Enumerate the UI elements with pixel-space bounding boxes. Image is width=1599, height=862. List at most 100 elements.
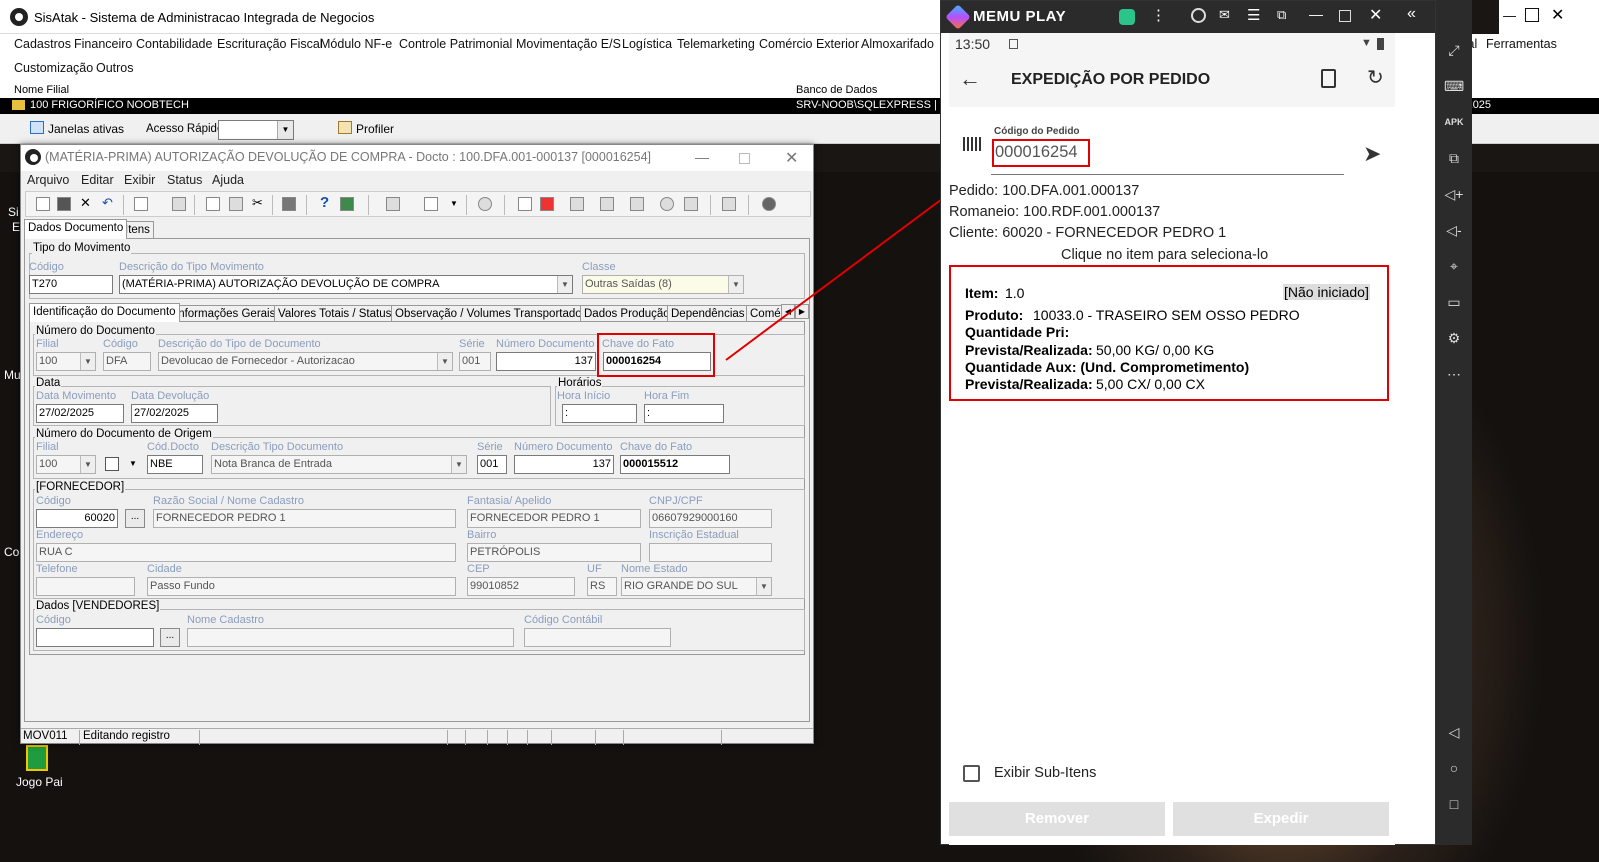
folder-icon[interactable]: ▭ (1444, 292, 1464, 312)
jogo-pai-icon[interactable] (26, 745, 48, 771)
menu-customizacao[interactable]: Customização (14, 61, 93, 75)
tipo-codigo-field[interactable]: T270 (29, 275, 113, 294)
screenshot-icon[interactable]: ⧉ (1277, 7, 1286, 23)
tipo-descricao-select[interactable]: (MATÉRIA-PRIMA) AUTORIZAÇÃO DEVOLUÇÃO DE… (119, 275, 573, 294)
print-icon[interactable] (386, 197, 400, 211)
tools-icon[interactable] (630, 197, 644, 211)
fullscreen-icon[interactable]: ⤢ (1444, 40, 1464, 60)
cep-field[interactable]: 99010852 (467, 577, 575, 596)
maximize-icon[interactable] (739, 153, 750, 164)
android-home-icon[interactable]: ○ (1444, 758, 1464, 778)
uf-field[interactable]: RS (587, 577, 617, 596)
menu-logistica[interactable]: Logística (622, 37, 672, 51)
menu-editar[interactable]: Editar (81, 173, 114, 187)
keyboard-icon[interactable]: ⌨ (1444, 76, 1464, 96)
delete-doc-icon[interactable] (540, 197, 554, 211)
origem-cod-field[interactable]: NBE (147, 455, 203, 474)
menu-status[interactable]: Status (167, 173, 202, 187)
chevron-down-icon[interactable]: ▼ (129, 459, 137, 468)
lookup-icon[interactable] (105, 457, 119, 471)
doc-numero-field[interactable]: 137 (496, 352, 596, 371)
minimize-icon[interactable]: — (1309, 6, 1323, 22)
minimize-icon[interactable]: — (695, 149, 709, 165)
bairro-field[interactable]: PETRÓPOLIS (467, 543, 641, 562)
razao-social-field[interactable]: FORNECEDOR PEDRO 1 (153, 509, 456, 528)
data-devolucao-field[interactable]: 27/02/2025 (131, 404, 218, 423)
vendedor-nome-field[interactable] (187, 628, 514, 647)
sql-icon[interactable] (340, 197, 354, 211)
tab-identificacao[interactable]: Identificação do Documento (29, 303, 180, 322)
fantasia-field[interactable]: FORNECEDOR PEDRO 1 (467, 509, 641, 528)
preview-icon[interactable] (134, 197, 148, 211)
menu-escrituracao[interactable]: Escrituração Fiscal (217, 37, 323, 51)
menu-icon[interactable]: ☰ (1247, 6, 1260, 24)
more-vert-icon[interactable]: ⋮ (1151, 6, 1166, 24)
origem-chave-field[interactable]: 000015512 (620, 455, 730, 474)
barcode-icon[interactable] (963, 137, 981, 151)
close-icon[interactable]: ✕ (1551, 5, 1564, 25)
telefone-field[interactable] (36, 577, 135, 596)
android-back-icon[interactable]: ◁ (1444, 722, 1464, 742)
menu-contabilidade[interactable]: Contabilidade (136, 37, 212, 51)
menu-ferramentas[interactable]: Ferramentas (1486, 37, 1557, 51)
hora-inicio-field[interactable]: : (562, 404, 637, 423)
estado-select[interactable]: RIO GRANDE DO SUL ▼ (621, 577, 772, 596)
menu-controle-patrimonial[interactable]: Controle Patrimonial (399, 37, 512, 51)
tab-dados-documento[interactable]: Dados Documento (24, 219, 128, 239)
tab-scroll-right-icon[interactable]: ▶ (795, 304, 809, 319)
tab-dependencias[interactable]: Dependências (667, 305, 749, 322)
acesso-rapido-select[interactable]: ▼ (218, 120, 294, 140)
list-icon[interactable] (684, 197, 698, 211)
vendedor-lookup-button[interactable]: ... (160, 628, 180, 647)
volume-up-icon[interactable]: ◁+ (1444, 184, 1464, 204)
item-card[interactable]: Item: 1.0 [Não iniciado] Produto: 10033.… (949, 265, 1389, 401)
tab-comercio[interactable]: Comé (746, 305, 782, 322)
location-icon[interactable]: ⌖ (1444, 256, 1464, 276)
undo-icon[interactable]: ↶ (102, 195, 116, 210)
origem-serie-field[interactable]: 001 (477, 455, 507, 474)
janelas-ativas-button[interactable]: Janelas ativas (48, 122, 124, 136)
doc-codigo-field[interactable]: DFA (103, 352, 151, 371)
menu-outros[interactable]: Outros (96, 61, 134, 75)
origem-filial-select[interactable]: 100 ▼ (36, 455, 96, 474)
hora-fim-field[interactable]: : (644, 404, 724, 423)
lock-icon[interactable] (660, 197, 674, 211)
menu-modulo-nfe[interactable]: Módulo NF-e (320, 37, 392, 51)
refresh-icon[interactable]: ↻ (1367, 65, 1384, 90)
save-icon[interactable] (57, 197, 71, 211)
minimize-icon[interactable]: — (1503, 8, 1516, 23)
menu-cadastros[interactable]: Cadastros (14, 37, 71, 51)
cidade-field[interactable]: Passo Fundo (147, 577, 456, 596)
vendedor-contabil-field[interactable] (524, 628, 671, 647)
stop-icon[interactable] (282, 197, 296, 211)
remover-button[interactable]: Remover (949, 802, 1165, 836)
exit-icon[interactable] (762, 197, 776, 211)
fornecedor-lookup-button[interactable]: ... (125, 509, 145, 528)
doc-descricao-select[interactable]: Devolucao de Fornecedor - Autorizacao ▼ (158, 352, 453, 371)
android-recents-icon[interactable]: □ (1444, 794, 1464, 814)
monitor-icon[interactable] (722, 197, 736, 211)
settings-gear-icon[interactable]: ⚙ (1444, 328, 1464, 348)
menu-arquivo[interactable]: Arquivo (27, 173, 69, 187)
cnpj-field[interactable]: 06607929000160 (649, 509, 772, 528)
tab-scroll-left-icon[interactable]: ◀ (781, 304, 795, 319)
more-horiz-icon[interactable]: ⋯ (1444, 364, 1464, 384)
collapse-icon[interactable]: « (1407, 5, 1416, 23)
inscricao-estadual-field[interactable] (649, 543, 772, 562)
menu-ajuda[interactable]: Ajuda (212, 173, 244, 187)
store-icon[interactable] (1119, 9, 1135, 25)
data-movimento-field[interactable]: 27/02/2025 (36, 404, 124, 423)
close-icon[interactable]: ✕ (785, 148, 798, 168)
print-setup-icon[interactable] (172, 197, 186, 211)
apk-icon[interactable]: APK (1444, 112, 1464, 132)
profiler-button[interactable]: Profiler (356, 122, 394, 136)
attach-icon[interactable] (478, 197, 492, 211)
document-icon[interactable] (1321, 69, 1336, 88)
classe-select[interactable]: Outras Saídas (8) ▼ (582, 275, 744, 294)
export-icon[interactable] (424, 197, 438, 211)
endereco-field[interactable]: RUA C (36, 543, 456, 562)
chevron-down-icon[interactable]: ▼ (450, 199, 458, 208)
document-icon[interactable] (518, 197, 532, 211)
menu-almoxarifado[interactable]: Almoxarifado (861, 37, 934, 51)
menu-financeiro[interactable]: Financeiro (74, 37, 132, 51)
